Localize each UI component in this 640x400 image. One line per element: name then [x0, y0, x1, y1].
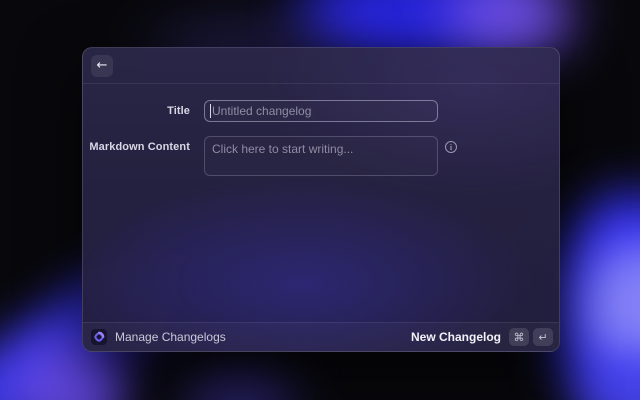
title-input-wrap: [204, 100, 438, 122]
command-key-icon[interactable]: ⌘: [509, 328, 529, 346]
shortcut-keys: ⌘ ↵: [509, 328, 553, 346]
title-label: Title: [83, 100, 190, 122]
footer-left: Manage Changelogs: [91, 329, 226, 345]
wallpaper-blob-bottom-dim: [182, 368, 297, 400]
screen: ← Title Markdown Content i: [0, 0, 640, 400]
text-caret: [210, 104, 211, 118]
back-arrow-icon: ←: [97, 55, 108, 77]
markdown-input-wrap: [204, 136, 438, 181]
back-button[interactable]: ←: [91, 55, 113, 77]
markdown-form-row: Markdown Content i: [83, 136, 559, 181]
markdown-content-input[interactable]: [204, 136, 438, 176]
title-input[interactable]: [204, 100, 438, 122]
title-form-row: Title: [83, 100, 559, 122]
footer-app-name: Manage Changelogs: [115, 330, 226, 344]
return-key-icon[interactable]: ↵: [533, 328, 553, 346]
new-changelog-action[interactable]: New Changelog: [411, 330, 501, 344]
form-content: Title Markdown Content i: [83, 84, 559, 322]
info-icon[interactable]: i: [445, 141, 457, 153]
window-header: ←: [83, 48, 559, 84]
footer-right: New Changelog ⌘ ↵: [411, 328, 553, 346]
footer-action-bar: Manage Changelogs New Changelog ⌘ ↵: [83, 322, 559, 351]
markdown-content-label: Markdown Content: [83, 136, 190, 153]
changelog-form-window: ← Title Markdown Content i: [82, 47, 560, 352]
changelog-app-icon: [91, 329, 107, 345]
